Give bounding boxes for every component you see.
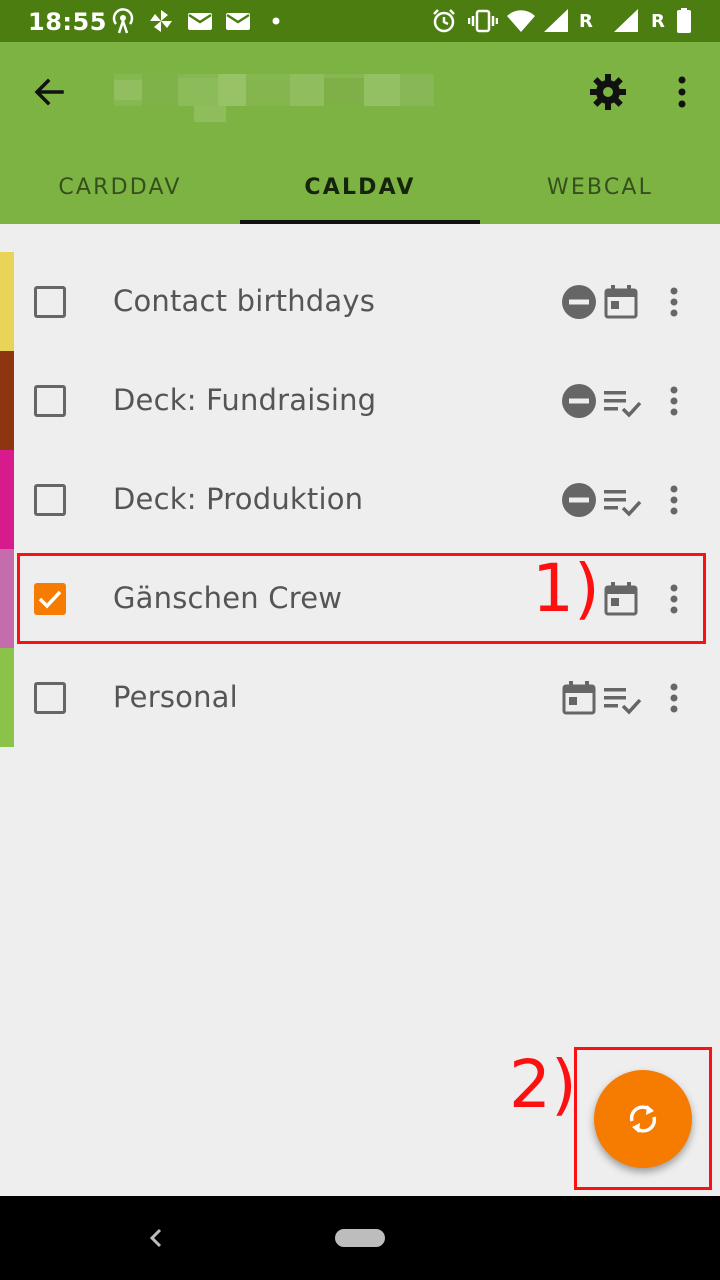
tab-carddav[interactable]: CARDDAV <box>0 150 240 224</box>
calendar-overflow-icon[interactable] <box>660 383 688 419</box>
annotation-box-2 <box>574 1047 712 1190</box>
sync-checkbox[interactable] <box>34 286 66 318</box>
wifi-icon <box>507 10 535 33</box>
hotspot-icon <box>112 8 134 34</box>
status-time: 18:55 <box>28 8 107 36</box>
calendar-overflow-icon[interactable] <box>660 482 688 518</box>
account-tabs: CARDDAV CALDAV WEBCAL <box>0 150 720 224</box>
pinwheel-icon <box>150 10 172 32</box>
nav-back-icon[interactable] <box>146 1226 166 1250</box>
read-only-icon <box>562 384 596 418</box>
calendar-overflow-icon[interactable] <box>660 680 688 716</box>
status-bar: 18:55 R R <box>0 0 720 42</box>
redacted-account-title <box>114 74 434 122</box>
calendar-color-stripe <box>0 351 14 450</box>
sim1-roaming-label: R <box>579 11 593 32</box>
nav-home-pill[interactable] <box>335 1229 385 1247</box>
read-only-icon <box>562 285 596 319</box>
sync-checkbox[interactable] <box>34 385 66 417</box>
calendar-color-stripe <box>0 549 14 648</box>
sim2-roaming-label: R <box>651 11 665 32</box>
calendar-color-stripe <box>0 648 14 747</box>
calendar-color-stripe <box>0 252 14 351</box>
calendar-name: Deck: Fundraising <box>113 383 377 417</box>
calendar-list: Contact birthdays Deck: Fundraising Deck… <box>0 252 720 747</box>
signal-icon <box>614 9 638 32</box>
signal-icon <box>544 9 568 32</box>
read-only-icon <box>562 483 596 517</box>
vibrate-icon <box>468 9 498 33</box>
tasks-icon <box>604 688 642 715</box>
tasks-icon <box>604 490 642 517</box>
app-bar: CARDDAV CALDAV WEBCAL <box>0 42 720 224</box>
annotation-box-1 <box>17 553 706 644</box>
mail-icon <box>226 13 250 30</box>
calendar-row[interactable]: Deck: Produktion <box>0 450 720 549</box>
alarm-icon <box>433 9 455 33</box>
overflow-menu-icon[interactable] <box>664 70 700 114</box>
calendar-icon <box>604 285 638 319</box>
calendar-color-stripe <box>0 450 14 549</box>
system-navigation-bar <box>0 1196 720 1280</box>
tab-webcal[interactable]: WEBCAL <box>480 150 720 224</box>
tab-caldav[interactable]: CALDAV <box>240 150 480 224</box>
calendar-row[interactable]: Deck: Fundraising <box>0 351 720 450</box>
calendar-name: Personal <box>113 680 238 714</box>
dot-icon <box>272 17 280 25</box>
calendar-overflow-icon[interactable] <box>660 284 688 320</box>
calendar-row[interactable]: Contact birthdays <box>0 252 720 351</box>
calendar-name: Deck: Produktion <box>113 482 364 516</box>
annotation-marker-2: 2) <box>509 1046 577 1123</box>
mail-icon <box>188 13 212 30</box>
tasks-icon <box>604 391 642 418</box>
annotation-marker-1: 1) <box>532 550 600 627</box>
battery-icon <box>677 8 691 33</box>
settings-gear-icon[interactable] <box>586 70 630 114</box>
back-arrow-icon[interactable] <box>28 70 72 114</box>
sync-checkbox[interactable] <box>34 484 66 516</box>
sync-checkbox[interactable] <box>34 682 66 714</box>
calendar-name: Contact birthdays <box>113 284 376 318</box>
calendar-row[interactable]: Personal <box>0 648 720 747</box>
calendar-icon <box>562 681 596 715</box>
